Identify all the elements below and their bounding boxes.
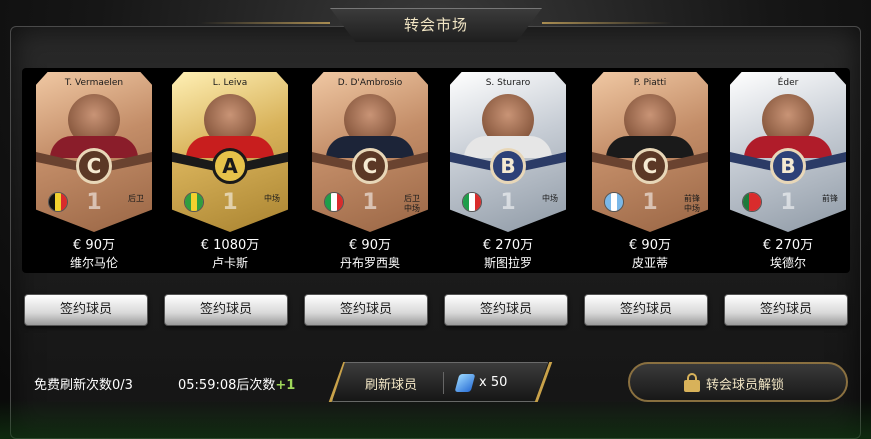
card-player-name: T. Vermaelen — [64, 78, 124, 88]
nation-flag-icon — [742, 192, 762, 212]
player-name: 埃德尔 — [769, 256, 806, 270]
player-position: 前锋 中场 — [684, 194, 700, 213]
card-player-name: L. Leiva — [212, 78, 248, 88]
sign-player-button[interactable]: 签约球员 — [584, 294, 708, 326]
player-card[interactable]: T. Vermaelen C 1 后卫 — [36, 72, 152, 232]
player-price: € 90万 — [349, 238, 391, 253]
nation-flag-icon — [324, 192, 344, 212]
diamond-gem-icon — [454, 374, 476, 392]
grade-badge: C — [76, 148, 112, 184]
player-price: € 90万 — [73, 238, 115, 253]
refresh-players-button[interactable]: 刷新球员 x 50 — [332, 362, 548, 402]
player-position: 中场 — [264, 194, 280, 203]
player-card[interactable]: L. Leiva A 1 中场 — [172, 72, 288, 232]
sign-player-button[interactable]: 签约球员 — [304, 294, 428, 326]
title-decor-left — [200, 22, 330, 24]
grade-badge: C — [352, 148, 388, 184]
nation-flag-icon — [462, 192, 482, 212]
player-card[interactable]: D. D'Ambrosio C 1 后卫 中场 — [312, 72, 428, 232]
sign-player-button[interactable]: 签约球员 — [724, 294, 848, 326]
player-slot[interactable]: L. Leiva A 1 中场 € 1080万 卢卡斯 — [164, 72, 296, 272]
refresh-timer: 05:59:08后次数+1 — [178, 374, 295, 393]
player-rating: 1 — [500, 190, 516, 215]
player-rating: 1 — [780, 190, 796, 215]
player-price: € 90万 — [629, 238, 671, 253]
player-position: 后卫 中场 — [404, 194, 420, 213]
player-price: € 270万 — [762, 238, 814, 253]
title-decor-right — [542, 22, 672, 24]
unlock-transfer-button[interactable]: 转会球员解锁 — [628, 362, 848, 402]
player-price: € 270万 — [482, 238, 534, 253]
card-player-name: S. Sturaro — [485, 78, 531, 88]
player-rating: 1 — [222, 190, 238, 215]
grade-badge: B — [770, 148, 806, 184]
player-position: 前锋 — [822, 194, 838, 203]
padlock-icon — [684, 373, 700, 392]
player-card[interactable]: S. Sturaro B 1 中场 — [450, 72, 566, 232]
player-name: 斯图拉罗 — [483, 256, 532, 270]
player-rating: 1 — [362, 190, 378, 215]
player-card[interactable]: P. Piatti C 1 前锋 中场 — [592, 72, 708, 232]
unlock-label: 转会球员解锁 — [706, 378, 785, 393]
grade-badge: C — [632, 148, 668, 184]
card-player-name: D. D'Ambrosio — [337, 78, 403, 88]
player-price: € 1080万 — [200, 238, 260, 253]
divider — [443, 372, 444, 394]
sign-player-button[interactable]: 签约球员 — [444, 294, 568, 326]
player-name: 皮亚蒂 — [631, 256, 668, 270]
player-name: 丹布罗西奥 — [339, 256, 400, 270]
player-rating: 1 — [86, 190, 102, 215]
player-slot[interactable]: S. Sturaro B 1 中场 € 270万 斯图拉罗 — [442, 72, 574, 272]
player-slot[interactable]: P. Piatti C 1 前锋 中场 € 90万皮亚蒂 — [584, 72, 716, 272]
grade-badge: A — [212, 148, 248, 184]
player-slot[interactable]: T. Vermaelen C 1 后卫 € 90万维尔马伦 — [28, 72, 160, 272]
nation-flag-icon — [184, 192, 204, 212]
player-name: 卢卡斯 — [211, 256, 248, 270]
timer-plus: +1 — [275, 378, 296, 393]
free-refresh-count: 免费刷新次数0/3 — [34, 378, 133, 393]
card-player-name: P. Piatti — [633, 78, 667, 88]
nation-flag-icon — [604, 192, 624, 212]
player-rating: 1 — [642, 190, 658, 215]
refresh-cost: x 50 — [479, 375, 508, 390]
player-position: 后卫 — [128, 194, 144, 203]
title-tab: 转会市场 — [330, 8, 542, 42]
player-card[interactable]: Éder B 1 前锋 — [730, 72, 846, 232]
card-player-name: Éder — [777, 78, 799, 88]
player-name: 维尔马伦 — [69, 256, 118, 270]
refresh-label: 刷新球员 — [365, 378, 418, 393]
player-slot[interactable]: D. D'Ambrosio C 1 后卫 中场 € 90万丹布罗西奥 — [304, 72, 436, 272]
game-background: 转会市场 T. Vermaelen C 1 后卫 € 90万 维尔马伦 签约球员 L. Lei… — [0, 0, 871, 439]
timer-text: 05:59:08后次数 — [178, 378, 276, 393]
sign-player-button[interactable]: 签约球员 — [164, 294, 288, 326]
player-position: 中场 — [542, 194, 558, 203]
grade-badge: B — [490, 148, 526, 184]
player-slot[interactable]: Éder B 1 前锋 € 270万 埃德尔 — [722, 72, 854, 272]
sign-player-button[interactable]: 签约球员 — [24, 294, 148, 326]
page-title: 转会市场 — [403, 16, 468, 34]
nation-flag-icon — [48, 192, 68, 212]
